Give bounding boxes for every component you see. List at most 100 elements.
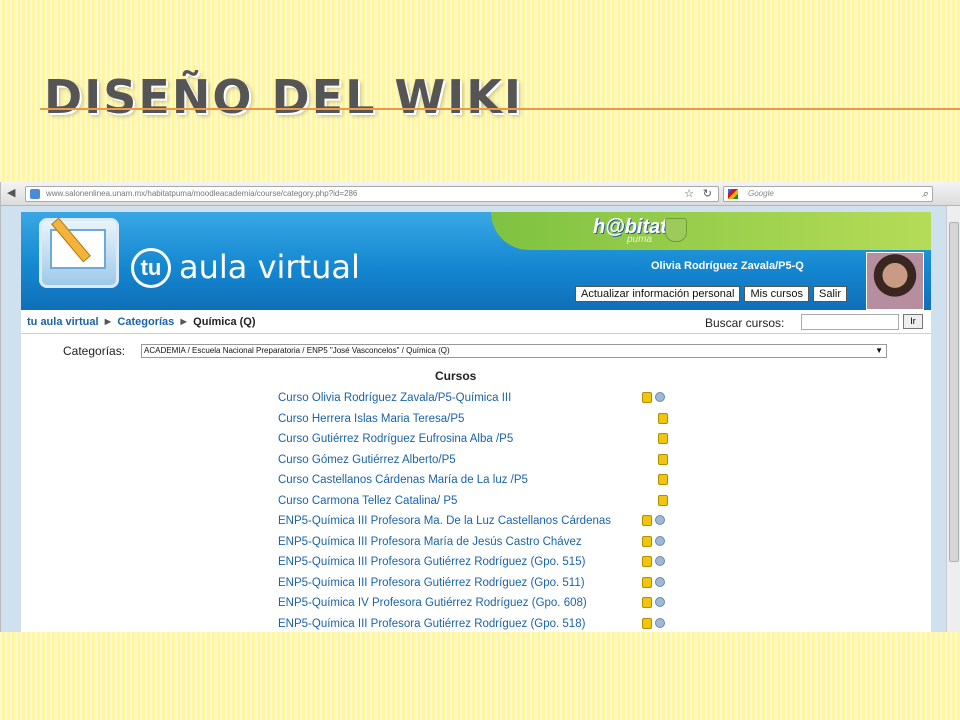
guest-access-icon: [642, 556, 652, 567]
address-text: www.salonenlinea.unam.mx/habitatpuma/moo…: [46, 189, 358, 198]
info-icon[interactable]: [655, 576, 665, 587]
avatar[interactable]: [866, 252, 924, 310]
update-profile-button[interactable]: Actualizar información personal: [575, 286, 741, 302]
category-row: Categorías: ACADEMIA / Escuela Nacional …: [63, 344, 931, 360]
browser-search-box[interactable]: Google ⌕: [723, 186, 933, 202]
course-name[interactable]: ENP5-Química III Profesora Gutiérrez Rod…: [278, 618, 585, 630]
course-link[interactable]: Curso Gómez Gutiérrez Alberto/P5: [278, 450, 678, 471]
course-name[interactable]: Curso Gutiérrez Rodríguez Eufrosina Alba…: [278, 433, 513, 445]
moodle-page: tu aula virtual h@bitat puma Olivia Rodr…: [21, 212, 931, 632]
guest-access-icon: [658, 412, 668, 424]
address-bar[interactable]: www.salonenlinea.unam.mx/habitatpuma/moo…: [25, 186, 719, 202]
guest-access-icon: [658, 494, 668, 506]
breadcrumb-arrow-icon: ►: [178, 316, 190, 328]
guest-access-icon: [658, 453, 668, 465]
header-banner: tu aula virtual h@bitat puma Olivia Rodr…: [21, 212, 931, 310]
guest-access-icon: [642, 535, 652, 547]
course-name[interactable]: Curso Olivia Rodríguez Zavala/P5-Química…: [278, 392, 511, 404]
course-name[interactable]: ENP5-Química III Profesora Gutiérrez Rod…: [278, 577, 585, 589]
course-icons: [642, 556, 665, 567]
search-go-button[interactable]: Ir: [903, 314, 923, 329]
course-name[interactable]: Curso Gómez Gutiérrez Alberto/P5: [278, 454, 456, 466]
course-link[interactable]: ENP5-Química III Profesora Gutiérrez Rod…: [278, 552, 678, 573]
reload-icon[interactable]: ↻: [703, 188, 712, 200]
guest-access-icon: [642, 617, 652, 629]
course-icons: [642, 576, 665, 588]
courses-heading: Cursos: [435, 369, 477, 383]
logo-tu: tu: [131, 248, 171, 288]
course-icons: [642, 515, 665, 526]
scrollbar-thumb[interactable]: [949, 222, 959, 562]
favicon-icon: [30, 189, 40, 199]
info-icon[interactable]: [655, 515, 665, 525]
breadcrumb-home[interactable]: tu aula virtual: [27, 316, 99, 328]
info-icon[interactable]: [655, 535, 665, 546]
breadcrumb-categories[interactable]: Categorías: [117, 316, 174, 328]
guest-access-icon: [642, 576, 652, 588]
course-name[interactable]: Curso Castellanos Cárdenas María de La l…: [278, 474, 528, 486]
course-icons: [658, 412, 668, 424]
browser-toolbar: ◀ www.salonenlinea.unam.mx/habitatpuma/m…: [1, 182, 960, 206]
user-name: Olivia Rodríguez Zavala/P5-Q: [651, 260, 804, 272]
habitat-sub: puma: [627, 234, 653, 245]
course-link[interactable]: Curso Carmona Tellez Catalina/ P5: [278, 491, 678, 512]
monitor-logo-icon: [39, 217, 119, 288]
info-icon[interactable]: [655, 392, 665, 402]
banner-accent: [491, 212, 931, 250]
course-link[interactable]: Curso Gutiérrez Rodríguez Eufrosina Alba…: [278, 429, 678, 450]
search-courses-input[interactable]: [801, 314, 899, 330]
course-icons: [658, 453, 668, 465]
logout-button[interactable]: Salir: [813, 286, 848, 302]
course-link[interactable]: Curso Olivia Rodríguez Zavala/P5-Química…: [278, 388, 678, 409]
course-name[interactable]: ENP5-Química III Profesora Ma. De la Luz…: [278, 515, 611, 527]
breadcrumb: tu aula virtual ► Categorías ► Química (Q): [27, 316, 256, 328]
course-link[interactable]: Curso Herrera Islas Maria Teresa/P5: [278, 409, 678, 430]
browser-search-placeholder: Google: [748, 189, 774, 198]
category-select[interactable]: ACADEMIA / Escuela Nacional Preparatoria…: [141, 344, 887, 358]
course-link[interactable]: ENP5-Química III Profesora Ma. De la Luz…: [278, 511, 678, 532]
course-icons: [658, 433, 668, 444]
course-name[interactable]: ENP5-Química III Profesora María de Jesú…: [278, 536, 582, 548]
category-label: Categorías:: [63, 344, 126, 358]
course-icons: [658, 494, 668, 506]
back-icon[interactable]: ◀: [7, 187, 15, 199]
search-courses-label: Buscar cursos:: [705, 316, 785, 330]
search-icon[interactable]: ⌕: [922, 188, 928, 200]
course-name[interactable]: Curso Carmona Tellez Catalina/ P5: [278, 495, 457, 507]
info-icon[interactable]: [655, 617, 665, 628]
google-icon: [728, 189, 738, 199]
title-rule: [40, 108, 960, 110]
breadcrumb-current: Química (Q): [193, 316, 256, 328]
course-link[interactable]: ENP5-Química III Profesora Gutiérrez Rod…: [278, 614, 678, 633]
unam-shield-icon: [665, 218, 687, 242]
course-icons: [642, 535, 665, 547]
course-link[interactable]: ENP5-Química IV Profesora Gutiérrez Rodr…: [278, 593, 678, 614]
info-icon[interactable]: [655, 556, 665, 566]
guest-access-icon: [658, 474, 668, 485]
course-list: Curso Olivia Rodríguez Zavala/P5-Química…: [278, 388, 678, 632]
course-name[interactable]: ENP5-Química III Profesora Gutiérrez Rod…: [278, 556, 585, 568]
page-scrollbar[interactable]: [946, 206, 960, 632]
course-icons: [658, 474, 668, 485]
header-buttons: Actualizar información personal Mis curs…: [575, 286, 848, 302]
course-link[interactable]: ENP5-Química III Profesora María de Jesú…: [278, 532, 678, 553]
course-icons: [642, 617, 665, 629]
browser-window: ◀ www.salonenlinea.unam.mx/habitatpuma/m…: [0, 182, 960, 632]
guest-access-icon: [658, 433, 668, 444]
course-link[interactable]: Curso Castellanos Cárdenas María de La l…: [278, 470, 678, 491]
site-title: aula virtual: [179, 248, 360, 286]
guest-access-icon: [642, 392, 652, 403]
info-icon[interactable]: [655, 597, 665, 607]
course-icons: [642, 392, 665, 403]
bookmark-star-icon[interactable]: ☆: [684, 188, 694, 200]
course-name[interactable]: Curso Herrera Islas Maria Teresa/P5: [278, 413, 464, 425]
course-link[interactable]: ENP5-Química III Profesora Gutiérrez Rod…: [278, 573, 678, 594]
dropdown-arrow-icon: ▼: [875, 346, 883, 355]
course-icons: [642, 597, 665, 608]
guest-access-icon: [642, 515, 652, 526]
category-selected-value: ACADEMIA / Escuela Nacional Preparatoria…: [144, 346, 450, 355]
guest-access-icon: [642, 597, 652, 608]
breadcrumb-arrow-icon: ►: [102, 316, 114, 328]
course-name[interactable]: ENP5-Química IV Profesora Gutiérrez Rodr…: [278, 597, 587, 609]
my-courses-button[interactable]: Mis cursos: [744, 286, 810, 302]
